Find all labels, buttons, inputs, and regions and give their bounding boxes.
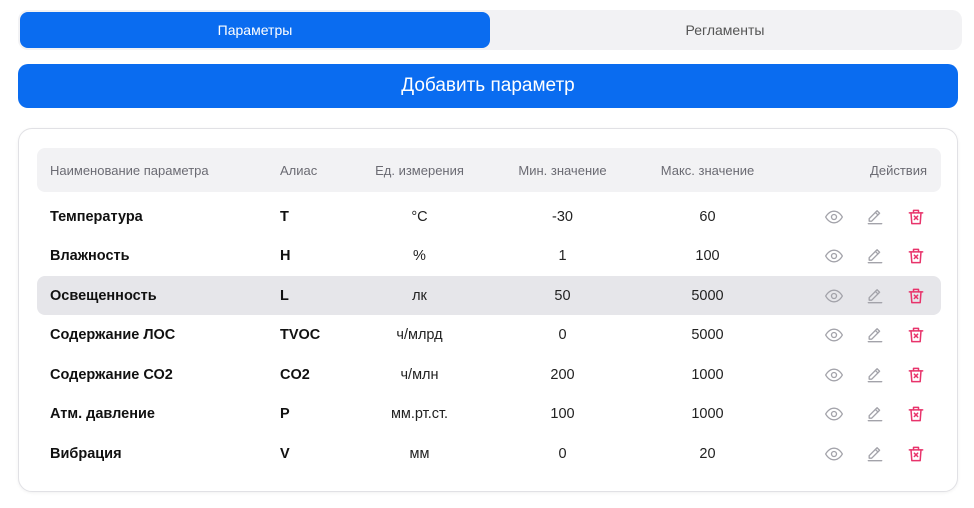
trash-icon[interactable]: [905, 403, 927, 425]
header-alias: Алиас: [280, 162, 318, 178]
param-alias: L: [280, 287, 289, 304]
param-max: 1000: [691, 406, 724, 422]
param-min: 50: [554, 287, 571, 304]
table-row[interactable]: Температура T °C -30 60: [37, 197, 941, 236]
param-alias: P: [280, 406, 290, 422]
header-max: Макс. значение: [660, 162, 755, 178]
param-unit: лк: [412, 287, 427, 304]
edit-icon[interactable]: [864, 443, 886, 465]
edit-icon[interactable]: [864, 364, 886, 386]
param-min: 100: [550, 406, 575, 422]
param-max: 60: [699, 208, 716, 225]
edit-icon[interactable]: [864, 206, 886, 228]
param-unit: %: [413, 248, 426, 264]
param-min: 0: [558, 327, 567, 343]
row-actions: [823, 237, 927, 276]
param-min: -30: [552, 208, 573, 225]
header-actions: Действия: [870, 162, 927, 178]
param-alias: TVOC: [280, 327, 321, 343]
edit-icon[interactable]: [864, 285, 886, 307]
trash-icon[interactable]: [905, 443, 927, 465]
param-alias: V: [280, 445, 290, 462]
param-name: Вибрация: [50, 445, 122, 462]
row-actions: [823, 434, 927, 473]
tab-parameters[interactable]: Параметры: [20, 12, 490, 48]
param-max: 20: [699, 445, 716, 462]
param-max: 1000: [691, 366, 724, 383]
param-alias: H: [280, 248, 291, 264]
table-row[interactable]: Содержание СО2 CO2 ч/млн 200 1000: [37, 355, 941, 394]
param-max: 5000: [691, 327, 724, 343]
table-row[interactable]: Освещенность Lлк 50 5000: [37, 276, 941, 315]
param-unit: ч/млрд: [396, 327, 443, 343]
trash-icon[interactable]: [905, 364, 927, 386]
trash-icon[interactable]: [905, 285, 927, 307]
trash-icon[interactable]: [905, 206, 927, 228]
eye-icon[interactable]: [823, 245, 845, 267]
param-unit: °C: [411, 208, 428, 225]
edit-icon[interactable]: [864, 403, 886, 425]
param-min: 0: [558, 445, 567, 462]
param-name: Содержание ЛОС: [50, 327, 176, 343]
eye-icon[interactable]: [823, 324, 845, 346]
header-min: Мин. значение: [518, 162, 607, 178]
row-actions: [823, 395, 927, 434]
eye-icon[interactable]: [823, 403, 845, 425]
tab-bar: Параметры Регламенты: [18, 10, 962, 50]
edit-icon[interactable]: [864, 245, 886, 267]
param-name: Влажность: [50, 248, 130, 264]
param-min: 1: [558, 248, 567, 264]
param-name: Содержание СО2: [50, 366, 173, 383]
param-alias: CO2: [280, 366, 310, 383]
add-parameter-button[interactable]: Добавить параметр: [18, 64, 958, 108]
table-header: Наименование параметра Алиас Ед. измерен…: [37, 148, 941, 192]
row-actions: [823, 276, 927, 315]
param-name: Освещенность: [50, 287, 157, 304]
param-unit: мм: [409, 445, 430, 462]
eye-icon[interactable]: [823, 443, 845, 465]
tab-regulations[interactable]: Регламенты: [490, 12, 960, 48]
trash-icon[interactable]: [905, 324, 927, 346]
table-row[interactable]: Атм. давление Pмм.рт.ст. 100 1000: [37, 395, 941, 434]
parameters-table-card: Наименование параметра Алиас Ед. измерен…: [18, 128, 958, 492]
row-actions: [823, 316, 927, 355]
edit-icon[interactable]: [864, 324, 886, 346]
row-actions: [823, 355, 927, 394]
header-name: Наименование параметра: [50, 162, 209, 178]
param-name: Температура: [50, 208, 143, 225]
trash-icon[interactable]: [905, 245, 927, 267]
table-row[interactable]: Вибрация Vмм 0 20: [37, 434, 941, 473]
eye-icon[interactable]: [823, 285, 845, 307]
eye-icon[interactable]: [823, 206, 845, 228]
param-name: Атм. давление: [50, 406, 155, 422]
row-actions: [823, 197, 927, 236]
param-alias: T: [280, 208, 289, 225]
param-unit: мм.рт.ст.: [390, 406, 449, 422]
header-unit: Ед. измерения: [375, 162, 464, 178]
param-max: 100: [695, 248, 720, 264]
param-max: 5000: [691, 287, 724, 304]
eye-icon[interactable]: [823, 364, 845, 386]
param-unit: ч/млн: [400, 366, 439, 383]
param-min: 200: [550, 366, 575, 383]
table-row[interactable]: Влажность H% 1 100: [37, 237, 941, 276]
table-row[interactable]: Содержание ЛОС TVOC ч/млрд 0 5000: [37, 316, 941, 355]
